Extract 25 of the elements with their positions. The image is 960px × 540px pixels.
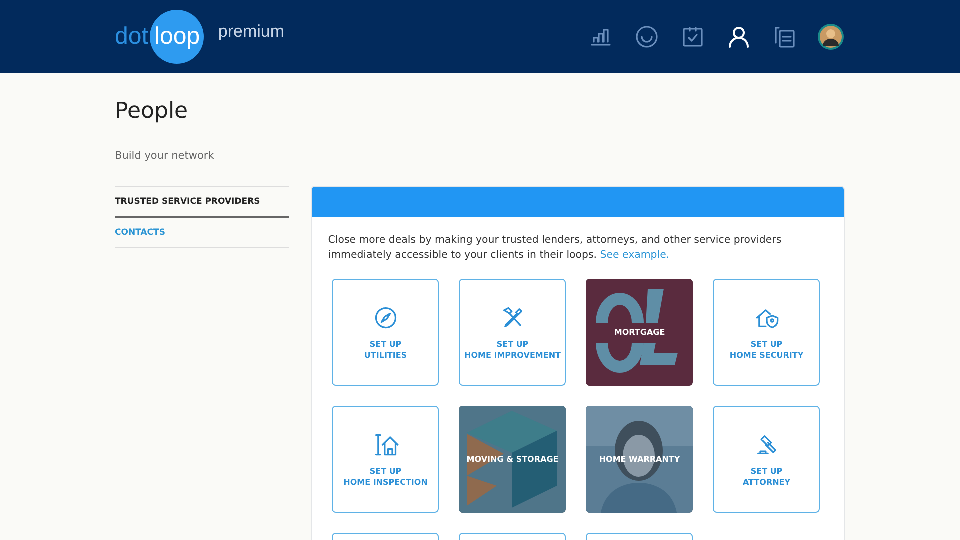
provider-tile[interactable]: SET UP HOME IMPROVEMENT [459,279,566,386]
compass-icon [372,304,399,330]
logo-circle: loop [150,10,204,64]
person-icon [727,24,751,48]
see-example-link[interactable]: See example. [600,250,670,261]
smiley-icon [635,24,659,48]
avatar-icon [818,24,844,50]
avatar-button[interactable] [817,22,845,50]
logo-text: dot [115,22,148,50]
page-subtitle: Build your network [115,150,216,162]
house-ruler-icon [372,432,399,458]
checklist-icon [681,24,705,48]
page-title: People [115,99,190,124]
provider-tile[interactable]: SET UP HOME INSPECTION [332,406,440,513]
intro-text: Close more deals by making your trusted lenders, attorneys, and other service providers immediately accessible to your clients in their loops. See example. [328,234,783,263]
provider-tile[interactable]: HOME WARRANTY [586,406,694,513]
provider-tile[interactable]: SET UP HOME SECURITY [713,279,820,386]
provider-tile[interactable]: MOVING & STORAGE [459,406,566,513]
plan-label: premium [218,22,284,42]
provider-tile[interactable]: SET UP UTILITIES [332,279,440,386]
documents-icon [773,24,797,48]
sidebar-tab[interactable]: CONTACTS [115,218,290,248]
provider-tile[interactable]: SET UP ATTORNEY [713,406,820,513]
provider-tile[interactable]: MORTGAGE [586,279,694,386]
sidebar-tab[interactable]: TRUSTED SERVICE PROVIDERS [115,187,290,218]
